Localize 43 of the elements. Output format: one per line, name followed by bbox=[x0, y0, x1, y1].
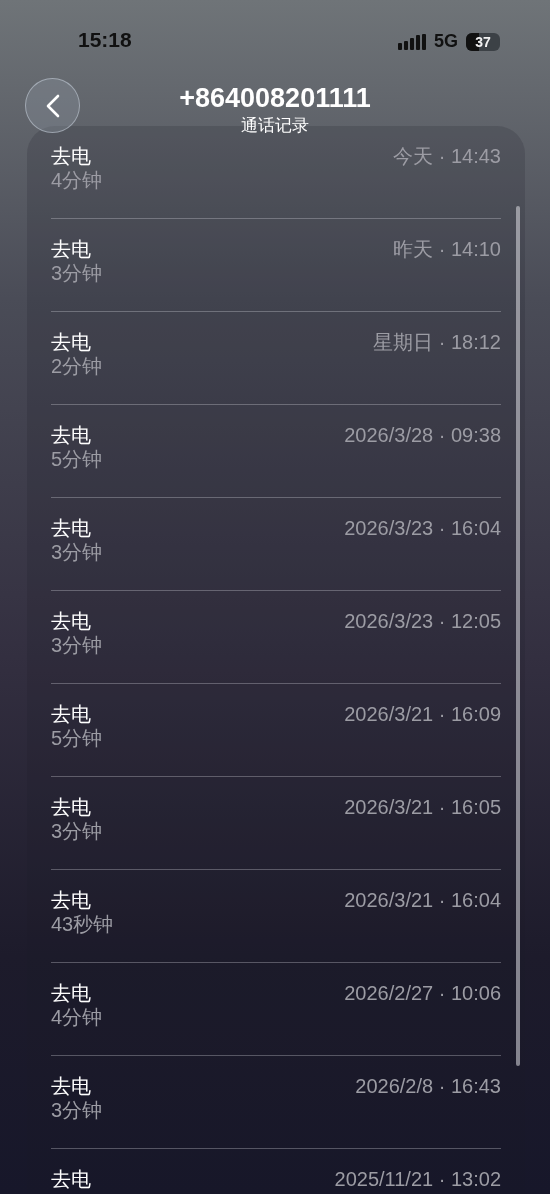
call-time: 2026/3/23 · 16:04 bbox=[344, 516, 501, 540]
call-type: 去电 bbox=[51, 237, 92, 261]
back-icon bbox=[45, 93, 60, 118]
call-time: 2025/11/21 · 13:02 bbox=[334, 1167, 501, 1191]
call-time: 2026/3/28 · 09:38 bbox=[344, 423, 501, 447]
call-type: 去电 bbox=[51, 1167, 91, 1191]
call-duration: 4分钟 bbox=[51, 1005, 103, 1029]
call-duration: 2分钟 bbox=[51, 354, 103, 378]
phone-number: +864008201111 bbox=[179, 82, 371, 114]
call-duration: 3分钟 bbox=[51, 261, 103, 285]
call-type: 去电 bbox=[51, 888, 92, 912]
call-type: 去电 bbox=[51, 423, 92, 447]
call-time: 2026/3/21 · 16:09 bbox=[344, 702, 501, 726]
call-duration: 3分钟 bbox=[51, 819, 103, 843]
status-time: 15:18 bbox=[78, 27, 132, 53]
call-type: 去电 bbox=[51, 144, 92, 168]
call-duration: 3分钟 bbox=[51, 540, 103, 564]
call-time: 星期日 · 18:12 bbox=[373, 330, 501, 354]
call-duration: 43秒钟 bbox=[51, 912, 114, 936]
call-type: 去电 bbox=[51, 516, 92, 540]
page-subtitle: 通话记录 bbox=[241, 116, 309, 136]
battery-percent: 37 bbox=[474, 32, 492, 51]
call-duration: 3分钟 bbox=[51, 1098, 103, 1122]
call-time: 昨天 · 14:10 bbox=[393, 237, 501, 261]
call-time: 2026/2/27 · 10:06 bbox=[344, 981, 501, 1005]
signal-icon bbox=[398, 33, 426, 50]
call-type: 去电 bbox=[51, 609, 92, 633]
call-type: 去电 bbox=[51, 795, 92, 819]
call-duration: 5分钟 bbox=[51, 726, 103, 750]
call-type: 去电 bbox=[51, 1074, 92, 1098]
call-time: 2026/3/21 · 16:05 bbox=[344, 795, 501, 819]
back-button[interactable] bbox=[25, 78, 80, 133]
call-duration: 5分钟 bbox=[51, 447, 103, 471]
call-time: 今天 · 14:43 bbox=[393, 144, 501, 168]
call-duration: 3分钟 bbox=[51, 633, 103, 657]
call-type: 去电 bbox=[51, 702, 92, 726]
network-label: 5G bbox=[434, 30, 458, 53]
call-type: 去电 bbox=[51, 981, 92, 1005]
call-time: 2026/2/8 · 16:43 bbox=[355, 1074, 501, 1098]
call-duration: 4分钟 bbox=[51, 168, 103, 192]
call-time: 2026/3/21 · 16:04 bbox=[344, 888, 501, 912]
call-type: 去电 bbox=[51, 330, 92, 354]
call-time: 2026/3/23 · 12:05 bbox=[344, 609, 501, 633]
